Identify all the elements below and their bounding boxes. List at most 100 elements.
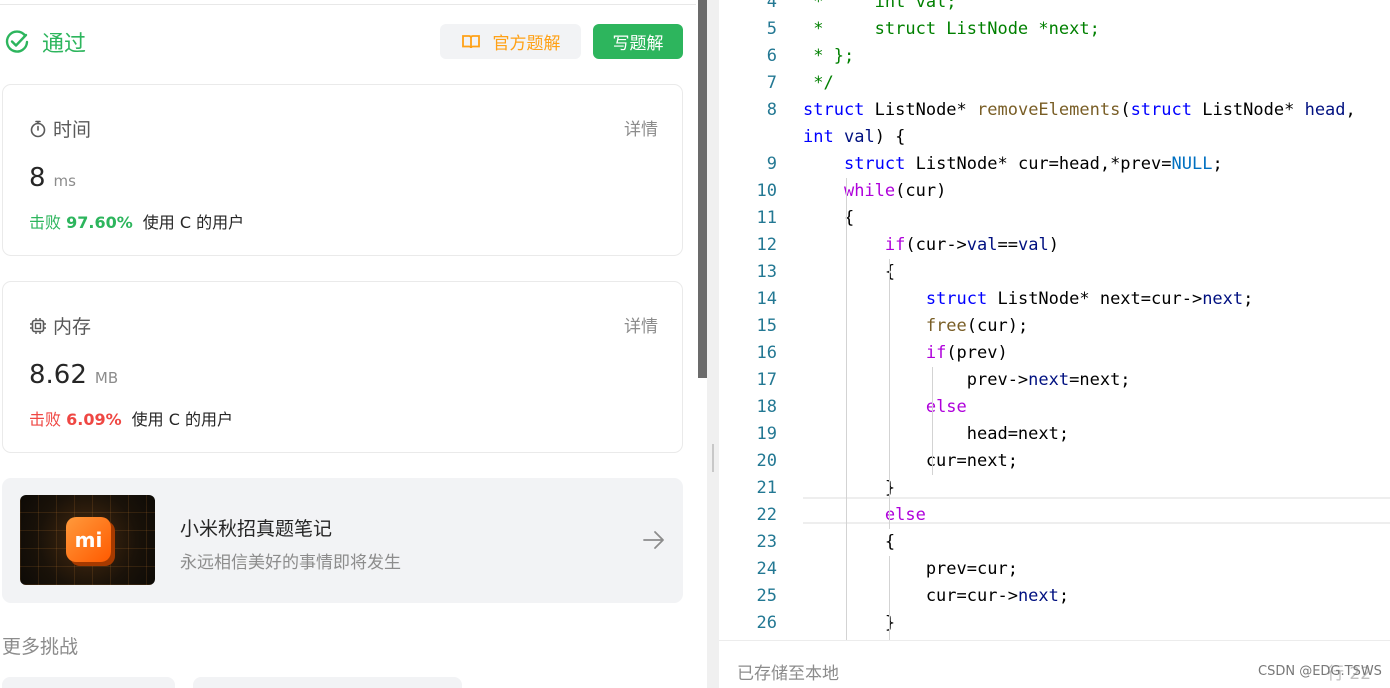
runtime-value: 8 ms: [29, 163, 76, 193]
memory-beats: 击败 6.09% 使用 C 的用户: [29, 406, 233, 430]
write-solution-button[interactable]: 写题解: [593, 24, 683, 59]
code-line[interactable]: 9 struct ListNode* cur=head,*prev=NULL;: [719, 151, 1390, 178]
indent-guide: [889, 556, 891, 640]
arrow-right-icon[interactable]: [642, 530, 666, 550]
code-line[interactable]: 11 {: [719, 205, 1390, 232]
chip-icon: [30, 317, 46, 334]
line-number: 21: [756, 478, 777, 498]
code-line[interactable]: 8 struct ListNode* removeElements(struct …: [719, 97, 1390, 124]
code-text: cur=next;: [803, 451, 1018, 471]
line-number: 7: [766, 73, 777, 93]
beat-prefix: 击败: [29, 410, 62, 429]
memory-number: 8.62: [29, 360, 87, 390]
beat-prefix: 击败: [29, 213, 62, 232]
runtime-card: 时间 详情 8 ms 击败 97.60% 使用 C 的用户: [2, 84, 683, 256]
line-number: 20: [756, 451, 777, 471]
code-line[interactable]: 10 while(cur): [719, 178, 1390, 205]
code-text: else: [884, 505, 926, 525]
promo-image: mi: [20, 495, 155, 585]
line-number: 9: [766, 154, 777, 174]
code-editor[interactable]: 4 * int val; 5 * struct ListNode *next; 6 …: [719, 0, 1390, 688]
challenge-card[interactable]: [2, 677, 175, 688]
line-number: 25: [756, 586, 777, 606]
code-text: * };: [803, 46, 855, 66]
book-icon: [461, 34, 480, 48]
indent-guide: [932, 367, 934, 421]
code-line[interactable]: 12 if(cur->val==val): [719, 232, 1390, 259]
code-line[interactable]: 7 */: [719, 70, 1390, 97]
code-area[interactable]: 4 * int val; 5 * struct ListNode *next; 6 …: [719, 0, 1390, 640]
runtime-beat-suffix: 使用 C 的用户: [142, 213, 245, 232]
official-solution-label: 官方题解: [492, 34, 561, 54]
code-line[interactable]: 15 free(cur);: [719, 313, 1390, 340]
splitter-grip[interactable]: [712, 444, 714, 472]
code-text: int val) {: [803, 127, 906, 147]
code-text: free(cur);: [925, 316, 1029, 336]
code-line[interactable]: 14 struct ListNode* next=cur->next;: [719, 286, 1390, 313]
line-number: 22: [756, 505, 777, 525]
line-number: 23: [756, 532, 777, 552]
code-line[interactable]: 18 else: [719, 394, 1390, 421]
runtime-beats: 击败 97.60% 使用 C 的用户: [29, 209, 244, 233]
indent-guide: [932, 421, 934, 475]
code-line[interactable]: 24 prev=cur;: [719, 556, 1390, 583]
line-number: 18: [756, 397, 777, 417]
more-challenges-heading: 更多挑战: [2, 636, 79, 658]
code-text: struct ListNode* cur=head,*prev=NULL;: [843, 154, 1223, 174]
code-line[interactable]: 5 * struct ListNode *next;: [719, 16, 1390, 43]
memory-card: 内存 详情 8.62 MB 击败 6.09% 使用 C 的用户: [2, 281, 683, 453]
code-line[interactable]: 26 }: [719, 610, 1390, 637]
indent-guide: [889, 259, 891, 529]
line-number: 5: [766, 19, 777, 39]
code-line[interactable]: 22 else: [719, 502, 1390, 529]
code-line[interactable]: 16 if(prev): [719, 340, 1390, 367]
status-text: 通过: [42, 32, 87, 57]
code-line[interactable]: 20 cur=next;: [719, 448, 1390, 475]
code-line[interactable]: 13 {: [719, 259, 1390, 286]
line-number: 26: [756, 613, 777, 633]
divider: [0, 4, 696, 5]
memory-beat-suffix: 使用 C 的用户: [131, 410, 233, 429]
code-text: if(prev): [925, 343, 1008, 363]
runtime-beat-prefix: 击败 97.60%: [29, 209, 133, 233]
runtime-detail-link[interactable]: 详情: [624, 115, 658, 140]
result-status: 通过: [4, 26, 86, 58]
line-number: 8: [766, 100, 777, 120]
code-text: while(cur): [843, 181, 947, 201]
memory-title: 内存: [53, 316, 92, 338]
xiaomi-logo: mi: [66, 517, 111, 562]
code-text: */: [803, 73, 834, 93]
code-text: cur=cur->next;: [803, 586, 1070, 606]
indent-guide: [846, 178, 848, 640]
runtime-beat-percent: 97.60%: [66, 213, 133, 232]
line-number: 4: [766, 0, 777, 12]
code-line[interactable]: 19 head=next;: [719, 421, 1390, 448]
left-panel-scrollbar[interactable]: [698, 0, 707, 378]
code-line[interactable]: 23 {: [719, 529, 1390, 556]
official-solution-button[interactable]: 官方题解: [440, 24, 581, 59]
code-line[interactable]: 21 }: [719, 475, 1390, 502]
panel-splitter[interactable]: [707, 0, 719, 688]
code-line[interactable]: 17 prev->next=next;: [719, 367, 1390, 394]
code-text: {: [803, 262, 896, 282]
line-number: 13: [756, 262, 777, 282]
code-line[interactable]: 25 cur=cur->next;: [719, 583, 1390, 610]
code-line[interactable]: 6 * };: [719, 43, 1390, 70]
submission-result-panel: 通过 官方题解 写题解 时间 详情 8 ms 击败 97.60% 使用 C 的用…: [0, 0, 696, 688]
code-line[interactable]: int val) {: [719, 124, 1390, 151]
runtime-header: 时间: [29, 115, 91, 142]
memory-detail-link[interactable]: 详情: [624, 312, 658, 337]
code-line[interactable]: 4 * int val;: [719, 0, 1390, 16]
runtime-unit: ms: [53, 172, 76, 190]
promo-subtitle: 永远相信美好的事情即将发生: [180, 553, 401, 573]
stopwatch-icon: [30, 120, 46, 137]
runtime-title: 时间: [53, 119, 92, 141]
code-text: head=next;: [803, 424, 1070, 444]
line-number: 24: [756, 559, 777, 579]
line-number: 10: [756, 181, 777, 201]
saved-status: 已存储至本地: [737, 664, 839, 684]
line-number: 12: [756, 235, 777, 255]
promo-banner[interactable]: mi 小米秋招真题笔记 永远相信美好的事情即将发生: [2, 478, 683, 603]
challenge-card[interactable]: [193, 677, 462, 688]
code-text: else: [925, 397, 967, 417]
